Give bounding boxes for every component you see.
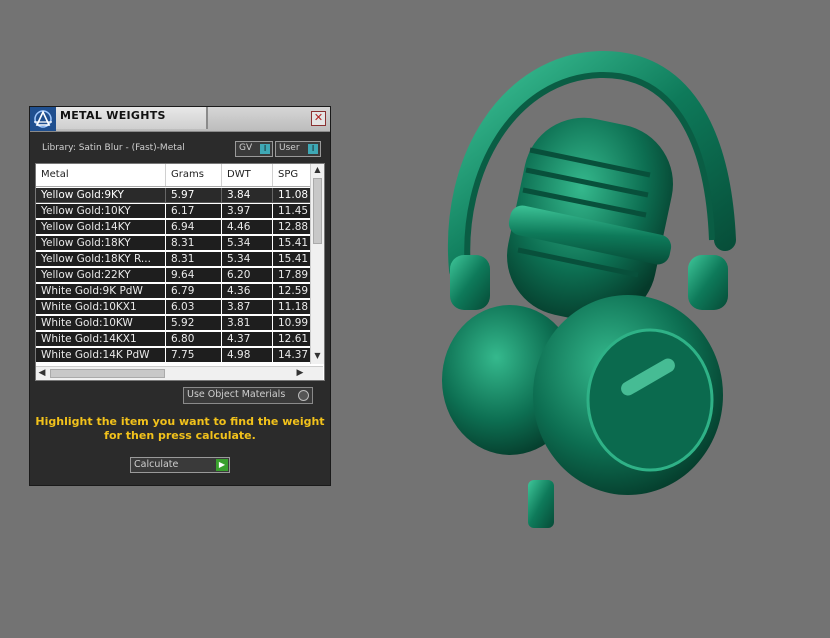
scroll-down-icon[interactable]: ▼ xyxy=(311,350,324,362)
grams-cell: 6.94 xyxy=(166,220,222,235)
grams-cell: 5.97 xyxy=(166,188,222,203)
table-row[interactable]: Yellow Gold:18KY R... 8.31 5.34 15.41 xyxy=(36,252,318,268)
horizontal-scroll-thumb[interactable] xyxy=(50,369,165,378)
vertical-scroll-thumb[interactable] xyxy=(313,178,322,244)
metal-cell: Yellow Gold:18KY xyxy=(36,236,166,251)
app-logo-icon xyxy=(30,107,56,131)
toggle-switch-icon: I xyxy=(308,144,318,154)
user-toggle[interactable]: User I xyxy=(275,141,321,157)
close-icon[interactable]: ✕ xyxy=(311,111,326,126)
column-header-grams[interactable]: Grams xyxy=(166,164,222,186)
dwt-cell: 5.34 xyxy=(222,252,273,267)
table-row[interactable]: White Gold:9K PdW 6.79 4.36 12.59 xyxy=(36,284,318,300)
table-row[interactable]: Yellow Gold:9KY 5.97 3.84 11.08 xyxy=(36,188,318,204)
dwt-cell: 3.97 xyxy=(222,204,273,219)
table-row[interactable]: Yellow Gold:22KY 9.64 6.20 17.89 xyxy=(36,268,318,284)
dwt-cell: 6.20 xyxy=(222,268,273,283)
radio-icon[interactable] xyxy=(298,390,309,401)
metal-cell: Yellow Gold:22KY xyxy=(36,268,166,283)
metal-cell: White Gold:9K PdW xyxy=(36,284,166,299)
metal-cell: Yellow Gold:14KY xyxy=(36,220,166,235)
table-row[interactable]: Yellow Gold:14KY 6.94 4.46 12.88 xyxy=(36,220,318,236)
grams-cell: 5.92 xyxy=(166,316,222,331)
hint-text: Highlight the item you want to find the … xyxy=(35,415,325,442)
title-bar[interactable]: METAL WEIGHTS ✕ xyxy=(30,107,330,132)
dwt-cell: 3.84 xyxy=(222,188,273,203)
metal-cell: White Gold:14K PdW xyxy=(36,348,166,363)
table-row[interactable]: White Gold:14KX1 6.80 4.37 12.61 xyxy=(36,332,318,348)
metal-weights-panel: METAL WEIGHTS ✕ Library: Satin Blur - (F… xyxy=(29,106,331,486)
metal-cell: White Gold:14KX1 xyxy=(36,332,166,347)
metal-cell: White Gold:10KX1 xyxy=(36,300,166,315)
metal-table: Metal Grams DWT SPG Yellow Gold:9KY 5.97 3… xyxy=(35,163,325,381)
scroll-up-icon[interactable]: ▲ xyxy=(311,164,324,176)
user-toggle-label: User xyxy=(279,143,300,153)
table-row[interactable]: White Gold:10KX1 6.03 3.87 11.18 xyxy=(36,300,318,316)
metal-cell: Yellow Gold:10KY xyxy=(36,204,166,219)
use-object-materials-label: Use Object Materials xyxy=(187,389,286,400)
scroll-left-icon[interactable]: ◀ xyxy=(36,367,48,380)
grams-cell: 6.03 xyxy=(166,300,222,315)
table-row[interactable]: Yellow Gold:18KY 8.31 5.34 15.41 xyxy=(36,236,318,252)
table-row[interactable]: Yellow Gold:10KY 6.17 3.97 11.45 xyxy=(36,204,318,220)
table-row[interactable]: White Gold:14K PdW 7.75 4.98 14.37 xyxy=(36,348,318,364)
column-header-dwt[interactable]: DWT xyxy=(222,164,273,186)
metal-cell: Yellow Gold:9KY xyxy=(36,188,166,203)
play-arrow-icon[interactable]: ▶ xyxy=(216,459,228,471)
dwt-cell: 4.37 xyxy=(222,332,273,347)
headphones-microphone-model xyxy=(442,50,736,528)
gv-toggle-label: GV xyxy=(239,143,253,153)
dwt-cell: 5.34 xyxy=(222,236,273,251)
grams-cell: 6.79 xyxy=(166,284,222,299)
grams-cell: 8.31 xyxy=(166,252,222,267)
dwt-cell: 4.46 xyxy=(222,220,273,235)
toggle-switch-icon: I xyxy=(260,144,270,154)
metal-cell: White Gold:10KW xyxy=(36,316,166,331)
column-header-metal[interactable]: Metal xyxy=(36,164,166,186)
use-object-materials-option[interactable]: Use Object Materials xyxy=(183,387,313,404)
grams-cell: 8.31 xyxy=(166,236,222,251)
grams-cell: 6.17 xyxy=(166,204,222,219)
panel-title: METAL WEIGHTS xyxy=(60,109,166,122)
library-label: Library: Satin Blur - (Fast)-Metal xyxy=(42,143,185,153)
calculate-label: Calculate xyxy=(134,459,179,470)
grams-cell: 6.80 xyxy=(166,332,222,347)
dwt-cell: 4.98 xyxy=(222,348,273,363)
calculate-button[interactable]: Calculate ▶ xyxy=(130,457,230,473)
dwt-cell: 3.87 xyxy=(222,300,273,315)
horizontal-scrollbar[interactable]: ◀ ▶ xyxy=(36,366,323,380)
scroll-right-icon[interactable]: ▶ xyxy=(294,367,306,380)
vertical-scrollbar[interactable]: ▲ ▼ xyxy=(310,164,324,364)
grams-cell: 7.75 xyxy=(166,348,222,363)
gv-toggle[interactable]: GV I xyxy=(235,141,273,157)
table-row[interactable]: White Gold:10KW 5.92 3.81 10.99 xyxy=(36,316,318,332)
grams-cell: 9.64 xyxy=(166,268,222,283)
dwt-cell: 3.81 xyxy=(222,316,273,331)
table-header: Metal Grams DWT SPG xyxy=(36,164,318,187)
metal-cell: Yellow Gold:18KY R... xyxy=(36,252,166,267)
dwt-cell: 4.36 xyxy=(222,284,273,299)
